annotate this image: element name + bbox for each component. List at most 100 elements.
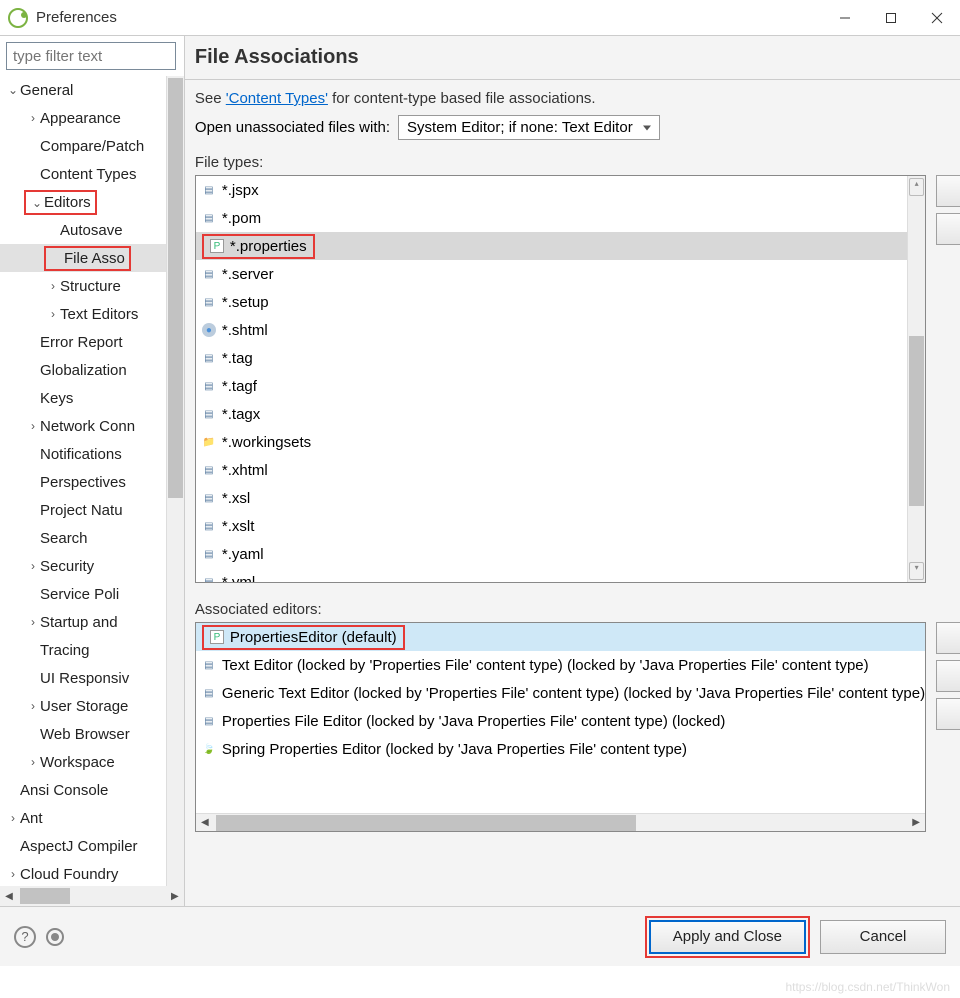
tree-item[interactable]: ›Network Conn bbox=[0, 412, 166, 440]
file-types-scrollbar[interactable]: ▴ ▾ bbox=[907, 176, 925, 582]
file-icon: ▤ bbox=[202, 183, 216, 197]
file-type-item[interactable]: ▤*.jspx bbox=[196, 176, 907, 204]
page-title: File Associations bbox=[195, 46, 960, 69]
file-type-item[interactable]: ▤*.pom bbox=[196, 204, 907, 232]
file-icon: ▤ bbox=[202, 379, 216, 393]
file-icon: ▤ bbox=[202, 351, 216, 365]
sidebar: ⌄General›AppearanceCompare/PatchContent … bbox=[0, 36, 185, 906]
file-icon: ▤ bbox=[202, 575, 216, 582]
file-type-item[interactable]: 📁*.workingsets bbox=[196, 428, 907, 456]
file-icon: ▤ bbox=[202, 463, 216, 477]
file-icon: ▤ bbox=[202, 267, 216, 281]
tree-item[interactable]: ›Workspace bbox=[0, 748, 166, 776]
tree-item[interactable]: Ansi Console bbox=[0, 776, 166, 804]
filter-input[interactable] bbox=[6, 42, 176, 70]
editor-item[interactable]: PPropertiesEditor (default) bbox=[196, 623, 925, 651]
file-types-remove-button[interactable]: Remove bbox=[936, 213, 960, 245]
editor-icon: P bbox=[210, 630, 224, 644]
editor-item[interactable]: ▤Text Editor (locked by 'Properties File… bbox=[196, 651, 925, 679]
tree-item[interactable]: ›Startup and bbox=[0, 608, 166, 636]
associated-editors-list[interactable]: PPropertiesEditor (default)▤Text Editor … bbox=[195, 622, 926, 832]
assoc-hscroll[interactable]: ◀ ▶ bbox=[196, 813, 925, 831]
tree-item[interactable]: AspectJ Compiler bbox=[0, 832, 166, 860]
file-types-add-button[interactable]: Add... bbox=[936, 175, 960, 207]
content-types-link[interactable]: 'Content Types' bbox=[226, 90, 328, 107]
open-unassociated-dropdown[interactable]: System Editor; if none: Text Editor bbox=[398, 115, 660, 140]
editor-item[interactable]: ▤Generic Text Editor (locked by 'Propert… bbox=[196, 679, 925, 707]
footer: ? Apply and Close Cancel bbox=[0, 906, 960, 966]
tree-item[interactable]: ›Cloud Foundry bbox=[0, 860, 166, 886]
cancel-button[interactable]: Cancel bbox=[820, 920, 946, 954]
file-type-item[interactable]: ▤*.xsl bbox=[196, 484, 907, 512]
sidebar-scrollbar[interactable] bbox=[166, 76, 184, 886]
description: See 'Content Types' for content-type bas… bbox=[195, 90, 960, 107]
file-icon: ▤ bbox=[202, 407, 216, 421]
tree-item[interactable]: Autosave bbox=[0, 216, 166, 244]
watermark: https://blog.csdn.net/ThinkWon bbox=[785, 980, 950, 994]
minimize-button[interactable] bbox=[822, 0, 868, 36]
tree-item[interactable]: Project Natu bbox=[0, 496, 166, 524]
file-icon: ▤ bbox=[202, 295, 216, 309]
editor-icon: ▤ bbox=[202, 658, 216, 672]
record-icon[interactable] bbox=[46, 928, 64, 946]
tree-item[interactable]: Compare/Patch bbox=[0, 132, 166, 160]
tree-item[interactable]: ⌄General bbox=[0, 76, 166, 104]
tree-item[interactable]: ⌄Editors bbox=[0, 188, 166, 216]
apply-and-close-button[interactable]: Apply and Close bbox=[649, 920, 806, 954]
editor-icon: 🍃 bbox=[202, 742, 216, 756]
file-icon: ● bbox=[202, 323, 216, 337]
tree-item[interactable]: Tracing bbox=[0, 636, 166, 664]
tree-item[interactable]: ›Structure bbox=[0, 272, 166, 300]
file-types-list[interactable]: ▤*.jspx▤*.pomP*.properties▤*.server▤*.se… bbox=[195, 175, 926, 583]
assoc-add-button[interactable]: Add... bbox=[936, 622, 960, 654]
tree-item[interactable]: Error Report bbox=[0, 328, 166, 356]
preferences-tree[interactable]: ⌄General›AppearanceCompare/PatchContent … bbox=[0, 76, 166, 886]
file-type-item[interactable]: ▤*.tag bbox=[196, 344, 907, 372]
editor-icon: ▤ bbox=[202, 686, 216, 700]
tree-item[interactable]: Keys bbox=[0, 384, 166, 412]
file-icon: ▤ bbox=[202, 211, 216, 225]
tree-item[interactable]: ›Text Editors bbox=[0, 300, 166, 328]
tree-item[interactable]: Service Poli bbox=[0, 580, 166, 608]
file-types-label: File types: bbox=[195, 154, 960, 171]
editor-item[interactable]: 🍃Spring Properties Editor (locked by 'Ja… bbox=[196, 735, 925, 763]
window-title: Preferences bbox=[36, 9, 822, 26]
tree-item[interactable]: Search bbox=[0, 524, 166, 552]
tree-item[interactable]: ›Appearance bbox=[0, 104, 166, 132]
file-type-item[interactable]: ▤*.xhtml bbox=[196, 456, 907, 484]
maximize-button[interactable] bbox=[868, 0, 914, 36]
help-icon[interactable]: ? bbox=[14, 926, 36, 948]
file-type-item[interactable]: ●*.shtml bbox=[196, 316, 907, 344]
file-icon: ▤ bbox=[202, 519, 216, 533]
tree-item[interactable]: File Asso bbox=[0, 244, 166, 272]
tree-item[interactable]: Notifications bbox=[0, 440, 166, 468]
tree-item[interactable]: UI Responsiv bbox=[0, 664, 166, 692]
tree-item[interactable]: Content Types bbox=[0, 160, 166, 188]
tree-item[interactable]: ›Ant bbox=[0, 804, 166, 832]
assoc-default-button[interactable]: Default bbox=[936, 698, 960, 730]
file-type-item[interactable]: ▤*.tagx bbox=[196, 400, 907, 428]
file-type-item[interactable]: ▤*.tagf bbox=[196, 372, 907, 400]
editor-item[interactable]: ▤Properties File Editor (locked by 'Java… bbox=[196, 707, 925, 735]
tree-item[interactable]: Globalization bbox=[0, 356, 166, 384]
tree-item[interactable]: ›User Storage bbox=[0, 692, 166, 720]
file-type-item[interactable]: ▤*.setup bbox=[196, 288, 907, 316]
tree-item[interactable]: ›Security bbox=[0, 552, 166, 580]
file-type-item[interactable]: ▤*.server bbox=[196, 260, 907, 288]
file-type-item[interactable]: ▤*.yaml bbox=[196, 540, 907, 568]
file-icon: P bbox=[210, 239, 224, 253]
main-panel: File Associations ⇦▾ ⇨▾ ▾ See 'Content T… bbox=[185, 36, 960, 906]
file-type-item[interactable]: P*.properties bbox=[196, 232, 907, 260]
file-type-item[interactable]: ▤*.xslt bbox=[196, 512, 907, 540]
sidebar-hscroll[interactable]: ◀ ▶ bbox=[0, 886, 184, 906]
associated-editors-label: Associated editors: bbox=[195, 601, 960, 618]
tree-item[interactable]: Web Browser bbox=[0, 720, 166, 748]
file-type-item[interactable]: ▤*.yml bbox=[196, 568, 907, 582]
file-icon: ▤ bbox=[202, 491, 216, 505]
open-unassociated-label: Open unassociated files with: bbox=[195, 119, 390, 136]
assoc-remove-button[interactable]: Remove bbox=[936, 660, 960, 692]
app-icon bbox=[8, 8, 28, 28]
file-icon: ▤ bbox=[202, 547, 216, 561]
tree-item[interactable]: Perspectives bbox=[0, 468, 166, 496]
close-button[interactable] bbox=[914, 0, 960, 36]
